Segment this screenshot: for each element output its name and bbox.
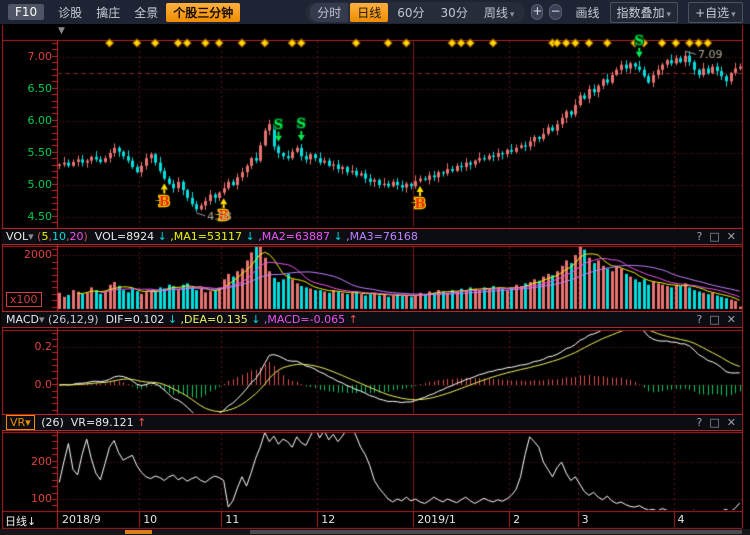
indicator-value: (26) VR=89.121: [38, 416, 134, 429]
vr-indicator-dropdown[interactable]: VR▾: [6, 415, 35, 430]
index-overlay-dropdown[interactable]: 指数叠加▾: [610, 2, 679, 23]
indicator-value: 20: [69, 230, 83, 243]
chevron-down-icon: ▾: [667, 10, 672, 20]
indicator-value: DIF=0.102: [106, 313, 165, 326]
indicator-value: MACD: [6, 313, 39, 326]
stock-3min-button[interactable]: 个股三分钟: [166, 3, 240, 22]
volume-unit-badge: x100: [6, 292, 42, 307]
maximize-icon[interactable]: □: [709, 230, 719, 243]
diagnose-button[interactable]: 诊股: [58, 4, 82, 21]
draw-line-button[interactable]: 画线: [576, 4, 600, 21]
zoom-in-button[interactable]: +: [531, 4, 543, 20]
indicator-value: VOL=8924: [88, 230, 154, 243]
indicator-value: ↓: [164, 313, 177, 326]
volume-panel-header: VOL▾ (5,10,20) VOL=8924 ↓ ,MA1=53117 ↓ ,…: [2, 228, 742, 245]
toolbar: F10 诊股 擒庄 全景 个股三分钟 分时 日线 60分 30分 周线▾ + −…: [0, 0, 750, 24]
vr-indicator-label: (26) VR=89.121 ↑: [38, 416, 147, 429]
tab-intraday[interactable]: 分时: [310, 3, 348, 22]
help-icon[interactable]: ?: [697, 313, 703, 326]
indicator-value: (26,12,9): [48, 313, 106, 326]
indicator-value: VOL: [6, 230, 28, 243]
close-icon[interactable]: ✕: [727, 416, 736, 429]
main-chart-indicator-dropdown[interactable]: ▼: [58, 26, 65, 36]
help-icon[interactable]: ?: [697, 230, 703, 243]
chevron-down-icon: ▾: [731, 10, 736, 20]
indicator-value: ,MA2=63887: [255, 230, 330, 243]
maximize-icon[interactable]: □: [709, 313, 719, 326]
indicator-value: ↑: [345, 313, 358, 326]
period-tabs: 分时 日线 60分 30分 周线▾: [306, 2, 525, 23]
trading-app-window: F10 诊股 擒庄 全景 个股三分钟 分时 日线 60分 30分 周线▾ + −…: [0, 0, 750, 535]
indicator-value: ,DEA=0.135: [177, 313, 248, 326]
arrow-down-icon: ↓: [27, 515, 36, 528]
chevron-down-icon: ▾: [510, 10, 515, 20]
scrollbar-thumb[interactable]: [250, 530, 742, 534]
close-icon[interactable]: ✕: [727, 230, 736, 243]
indicator-value: ↓: [154, 230, 167, 243]
help-icon[interactable]: ?: [697, 416, 703, 429]
tab-60min[interactable]: 60分: [390, 3, 431, 22]
indicator-value: ▾: [28, 230, 37, 243]
period-indicator[interactable]: 日线↓: [5, 513, 36, 529]
indicator-value: ↓: [330, 230, 343, 243]
indicator-value: ,MACD=-0.065: [260, 313, 345, 326]
tab-30min[interactable]: 30分: [434, 3, 475, 22]
catch-banker-button[interactable]: 擒庄: [96, 4, 120, 21]
volume-indicator-label[interactable]: VOL▾ (5,10,20) VOL=8924 ↓ ,MA1=53117 ↓ ,…: [6, 230, 418, 243]
tab-weekly[interactable]: 周线▾: [477, 3, 522, 22]
macd-indicator-label[interactable]: MACD▾ (26,12,9) DIF=0.102 ↓ ,DEA=0.135 ↓…: [6, 313, 358, 326]
horizontal-scrollbar[interactable]: [0, 529, 750, 535]
indicator-value: ▾: [39, 313, 48, 326]
panorama-button[interactable]: 全景: [134, 4, 158, 21]
toolbar-right: 画线 指数叠加▾ +自选▾ ▶|: [562, 2, 750, 23]
zoom-out-button[interactable]: −: [549, 4, 561, 20]
tab-daily[interactable]: 日线: [350, 3, 388, 22]
indicator-value: ,MA3=76168: [343, 230, 418, 243]
close-icon[interactable]: ✕: [727, 313, 736, 326]
indicator-value: ↓: [242, 230, 255, 243]
chart-canvas[interactable]: [0, 0, 750, 535]
maximize-icon[interactable]: □: [709, 416, 719, 429]
macd-panel-header: MACD▾ (26,12,9) DIF=0.102 ↓ ,DEA=0.135 ↓…: [2, 311, 742, 328]
indicator-value: ↑: [134, 416, 147, 429]
add-watchlist-dropdown[interactable]: +自选▾: [688, 2, 743, 23]
indicator-value: ,MA1=53117: [167, 230, 242, 243]
scrollbar-marker[interactable]: [125, 530, 152, 534]
vr-panel-header: VR▾ (26) VR=89.121 ↑ ? □ ✕: [2, 414, 742, 431]
indicator-value: ↓: [248, 313, 261, 326]
indicator-value: 10: [52, 230, 66, 243]
f10-button[interactable]: F10: [8, 4, 44, 20]
